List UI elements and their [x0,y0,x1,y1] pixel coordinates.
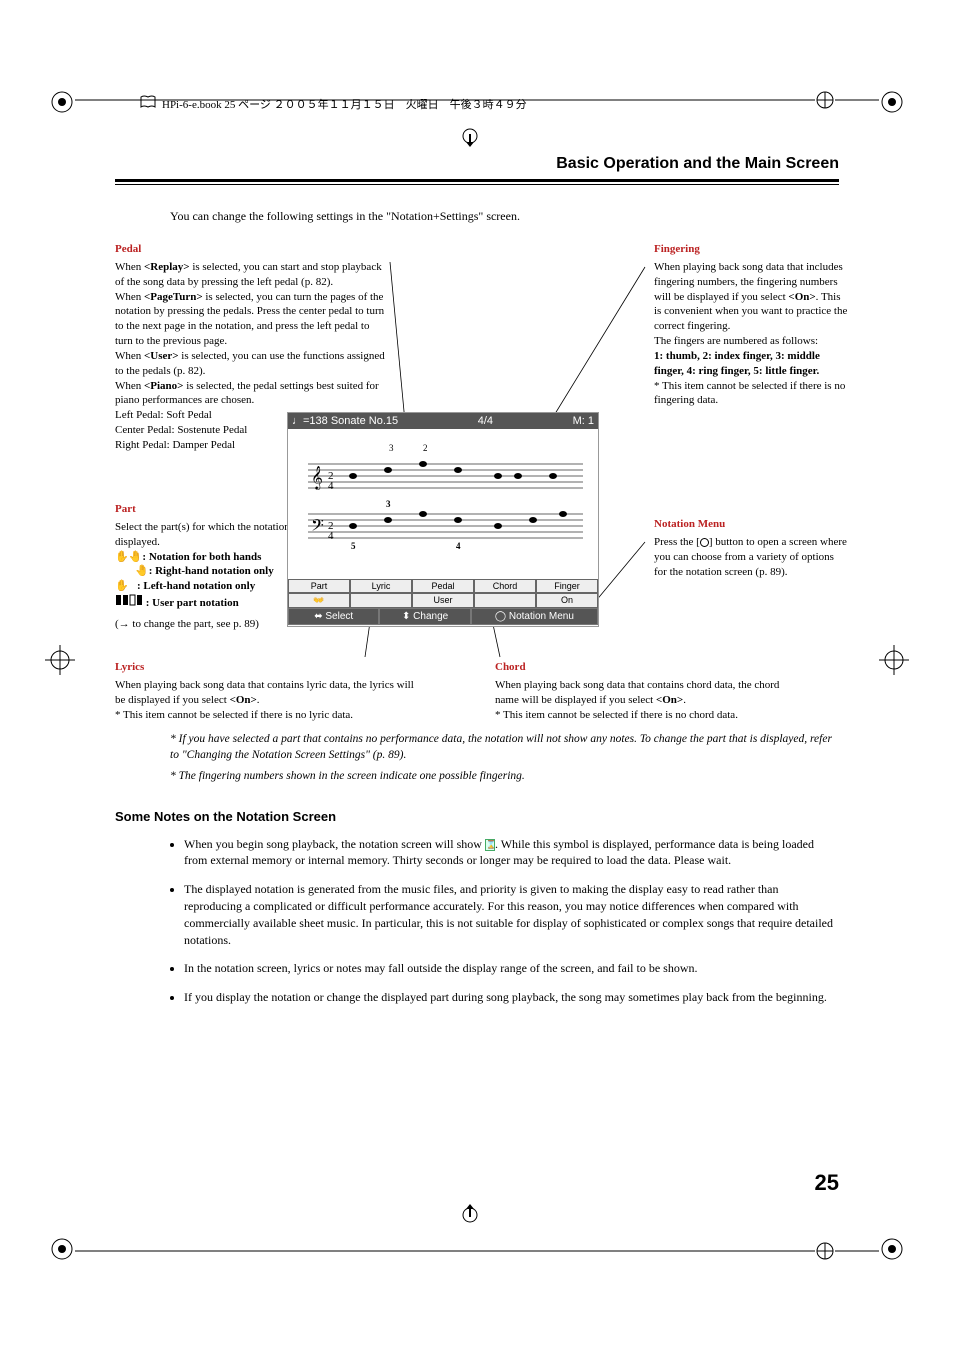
page-title: Basic Operation and the Main Screen [115,155,839,173]
circle-button-icon [700,538,709,547]
crop-mark-icon [50,1237,74,1261]
screen-values: 👐 User On [288,593,598,608]
lyrics-line: When playing back song data that contain… [115,678,415,708]
svg-text:4: 4 [328,480,334,492]
fingering-title: Fingering [654,242,849,257]
crop-mark-icon [880,1237,904,1261]
fingering-line: The fingers are numbered as follows: [654,334,849,349]
crop-mark-icon [50,90,74,114]
btn-change: ⬍ Change [379,608,470,625]
notation-menu-line: Press the [] button to open a screen whe… [654,535,849,580]
svg-text:5: 5 [351,541,356,551]
tab-finger: Finger [536,579,598,593]
tab-lyric: Lyric [350,579,412,593]
screen-measure: M: 1 [573,415,594,427]
pedal-line: When <PageTurn> is selected, you can tur… [115,290,385,349]
registration-cross-icon [45,645,75,675]
val-part: 👐 [288,593,350,608]
btn-notation-menu: ◯ Notation Menu [471,608,598,625]
book-header-text: HPi-6-e.book 25 ページ ２００５年１１月１５日 火曜日 午後３時… [162,96,527,112]
chord-note: * This item cannot be selected if there … [495,708,795,723]
hands-both-icon: ✋🤚 [115,551,142,563]
subheading: Some Notes on the Notation Screen [115,809,839,824]
notes-list: When you begin song playback, the notati… [170,836,839,1006]
pedal-line: When <Piano> is selected, the pedal sett… [115,379,385,409]
screen-tabs: Part Lyric Pedal Chord Finger [288,579,598,593]
svg-text:2: 2 [423,443,428,453]
footnote: * If you have selected a part that conta… [170,732,839,763]
chord-title: Chord [495,660,795,675]
pedal-line: When <User> is selected, you can use the… [115,349,385,379]
chord-line: When playing back song data that contain… [495,678,795,708]
list-item: In the notation screen, lyrics or notes … [184,960,839,977]
fingering-note: * This item cannot be selected if there … [654,379,849,409]
val-chord [474,593,536,608]
fingering-line: 1: thumb, 2: index finger, 3: middle fin… [654,349,849,379]
book-icon [140,95,156,112]
screen-title: ♩=138 Sonate No.15 [292,415,398,427]
svg-text:4: 4 [456,541,461,551]
screen-timesig: 4/4 [478,415,493,427]
registration-cross-icon [879,645,909,675]
pedal-line: When <Replay> is selected, you can start… [115,260,385,290]
pedal-title: Pedal [115,242,385,257]
hand-left-icon: ✋ [115,580,137,592]
callout-lyrics: Lyrics When playing back song data that … [115,660,415,722]
footnote: * The fingering numbers shown in the scr… [170,769,839,785]
intro-text: You can change the following settings in… [170,209,839,224]
lyrics-title: Lyrics [115,660,415,675]
svg-text:3: 3 [389,443,394,453]
crop-mark-icon [880,90,904,114]
callout-chord: Chord When playing back song data that c… [495,660,795,722]
svg-text:𝄞: 𝄞 [311,467,323,490]
hand-right-icon: 🤚 [135,565,149,577]
notation-screen: ♩=138 Sonate No.15 4/4 M: 1 𝄞 𝄢 24 24 5 … [287,412,599,627]
list-item: The displayed notation is generated from… [184,881,839,948]
screen-staff: 𝄞 𝄢 24 24 5 3 3 2 4 [288,429,598,579]
callout-fingering: Fingering When playing back song data th… [654,242,849,408]
arrow-down-icon [458,128,482,152]
arrow-up-icon [458,1199,482,1223]
btn-select: ⬌ Select [288,608,379,625]
page-number: 25 [815,1170,839,1196]
val-finger: On [536,593,598,608]
val-pedal: User [412,593,474,608]
screen-bottom: ⬌ Select ⬍ Change ◯ Notation Menu [288,608,598,625]
footer-ruler [75,1241,879,1261]
footnotes: * If you have selected a part that conta… [170,732,839,785]
loading-icon: ⌛ [485,839,495,851]
title-rule [115,179,839,185]
screen-header: ♩=138 Sonate No.15 4/4 M: 1 [288,413,598,429]
tab-pedal: Pedal [412,579,474,593]
val-lyric [350,593,412,608]
tab-part: Part [288,579,350,593]
lyrics-note: * This item cannot be selected if there … [115,708,415,723]
user-part-icon [115,597,143,609]
tab-chord: Chord [474,579,536,593]
list-item: If you display the notation or change th… [184,989,839,1006]
svg-text:3: 3 [386,499,391,509]
callout-notation-menu: Notation Menu Press the [] button to ope… [654,517,849,579]
svg-text:𝄢: 𝄢 [311,517,324,539]
svg-text:4: 4 [328,530,334,542]
book-header: HPi-6-e.book 25 ページ ２００５年１１月１５日 火曜日 午後３時… [110,95,527,112]
fingering-line: When playing back song data that include… [654,260,849,334]
list-item: When you begin song playback, the notati… [184,836,839,870]
notation-menu-title: Notation Menu [654,517,849,532]
